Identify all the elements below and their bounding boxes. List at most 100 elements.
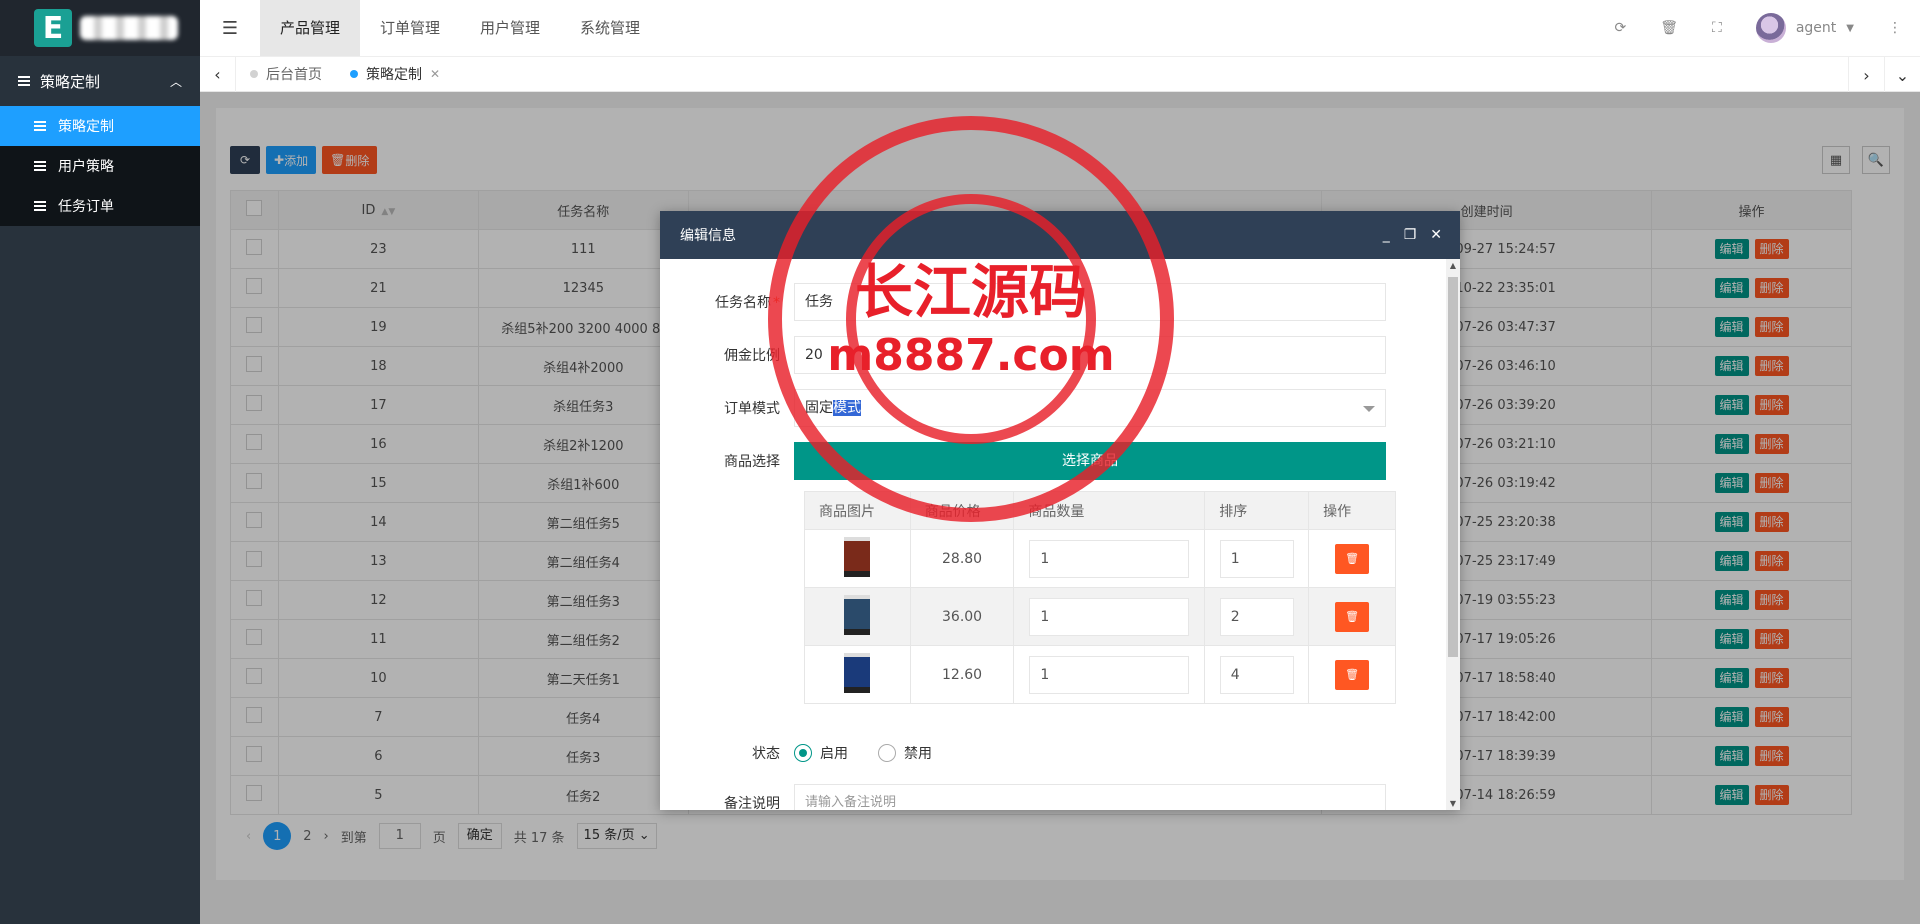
pick-goods-button[interactable]: 选择商品 (794, 442, 1386, 480)
task-name-label: 任务名称 (715, 295, 771, 311)
sidebar-item-task-orders[interactable]: 任务订单 (0, 186, 200, 226)
goods-qty-input[interactable]: 1 (1029, 539, 1190, 578)
page-tab-strategy[interactable]: 策略定制 ✕ (336, 56, 454, 92)
goods-col-price: 商品价格 (909, 491, 1015, 530)
goods-qty-cell: 1 (1013, 529, 1206, 588)
logo-mark: E (34, 9, 72, 47)
caret-down-icon (1363, 406, 1375, 412)
order-mode-prefix: 固定 (805, 400, 833, 416)
scroll-down-icon[interactable]: ▼ (1446, 799, 1460, 808)
task-name-input[interactable]: 任务 (794, 283, 1386, 321)
user-menu[interactable]: agent ▼ (1755, 13, 1854, 43)
trash-icon: 🗑 (1345, 668, 1360, 681)
goods-sort-input[interactable]: 2 (1219, 597, 1294, 636)
page-tab-home[interactable]: 后台首页 (236, 56, 336, 92)
page-tab-label: 后台首页 (266, 67, 322, 83)
order-mode-select[interactable]: 固定模式 (794, 389, 1386, 427)
sidebar-group-strategy[interactable]: 策略定制 ︿ (0, 56, 200, 106)
caret-down-icon: ▼ (1846, 22, 1854, 34)
more-vertical-icon[interactable]: ⋮ (1888, 20, 1902, 36)
logo-blurred-text (80, 16, 178, 40)
goods-qty-input[interactable]: 1 (1029, 597, 1190, 636)
close-icon[interactable]: ✕ (430, 67, 440, 81)
dialog-scrollbar[interactable]: ▲ ▼ (1446, 259, 1460, 810)
goods-price: 36.00 (909, 587, 1015, 646)
dot-icon (250, 70, 258, 78)
goods-action-cell: 🗑 (1308, 529, 1396, 588)
goods-sort-cell: 2 (1204, 587, 1310, 646)
radio-unchecked-icon (878, 744, 896, 762)
trash-icon: 🗑 (1345, 610, 1360, 623)
logo[interactable]: E (0, 0, 200, 56)
product-thumbnail[interactable] (844, 594, 871, 635)
tabbar-next-icon[interactable]: › (1848, 57, 1884, 93)
radio-checked-icon (794, 744, 812, 762)
radio-label: 禁用 (904, 746, 932, 762)
list-icon (34, 121, 46, 131)
radio-label: 启用 (820, 746, 848, 762)
sidebar-item-user-strategy[interactable]: 用户策略 (0, 146, 200, 186)
page-tab-label: 策略定制 (366, 67, 422, 83)
tab-system-management[interactable]: 系统管理 (560, 0, 660, 56)
close-icon[interactable]: ✕ (1430, 227, 1442, 243)
refresh-icon[interactable]: ⟳ (1615, 20, 1627, 36)
commission-input[interactable]: 20 (794, 336, 1386, 374)
goods-table: 商品图片 商品价格 商品数量 排序 操作 28.80 1 1 🗑 36.00 1 2 🗑 12.… (804, 491, 1396, 704)
sidebar-item-label: 任务订单 (58, 199, 114, 215)
scroll-up-icon[interactable]: ▲ (1446, 261, 1460, 270)
commission-label: 佣金比例 (724, 348, 780, 364)
menu-toggle-icon[interactable]: ☰ (200, 18, 260, 39)
product-thumbnail[interactable] (844, 536, 871, 577)
tabbar-prev-icon[interactable]: ‹ (200, 56, 236, 92)
chevron-down-icon[interactable]: ⌄ (1884, 57, 1920, 93)
sidebar-item-strategy[interactable]: 策略定制 (0, 106, 200, 146)
remove-goods-button[interactable]: 🗑 (1335, 659, 1370, 690)
sidebar-item-label: 策略定制 (58, 119, 114, 135)
goods-qty-input[interactable]: 1 (1029, 655, 1190, 694)
goods-action-cell: 🗑 (1308, 645, 1396, 704)
remove-goods-button[interactable]: 🗑 (1335, 601, 1370, 632)
goods-action-cell: 🗑 (1308, 587, 1396, 646)
goods-row: 12.60 1 4 🗑 (804, 645, 1396, 704)
goods-image-cell (804, 645, 911, 704)
goods-image-cell (804, 587, 911, 646)
fullscreen-icon[interactable]: ⛶ (1712, 20, 1722, 36)
tab-product-management[interactable]: 产品管理 (260, 0, 361, 56)
remove-goods-button[interactable]: 🗑 (1335, 543, 1370, 574)
product-thumbnail[interactable] (844, 652, 871, 693)
list-icon (18, 76, 30, 86)
remark-input[interactable]: 请输入备注说明 (794, 784, 1386, 810)
sidebar-item-label: 用户策略 (58, 159, 114, 175)
goods-label: 商品选择 (724, 454, 780, 470)
goods-sort-cell: 1 (1204, 529, 1310, 588)
list-icon (34, 201, 46, 211)
sidebar: E 策略定制 ︿ 策略定制 用户策略 任务订单 (0, 0, 200, 924)
status-enabled-radio[interactable]: 启用 (794, 743, 848, 763)
goods-col-image: 商品图片 (804, 491, 911, 530)
username: agent (1795, 20, 1837, 36)
minimize-icon[interactable]: _ (1383, 227, 1390, 243)
trash-icon[interactable]: 🗑 (1660, 20, 1678, 36)
tab-user-management[interactable]: 用户管理 (460, 0, 560, 56)
tab-order-management[interactable]: 订单管理 (360, 0, 460, 56)
dot-icon (350, 70, 358, 78)
goods-qty-cell: 1 (1013, 587, 1206, 646)
page-tabbar: ‹ 后台首页 策略定制 ✕ › ⌄ (200, 56, 1920, 93)
order-mode-label: 订单模式 (724, 401, 780, 417)
sidebar-group-label: 策略定制 (40, 72, 101, 91)
maximize-icon[interactable]: ❐ (1404, 227, 1417, 243)
goods-sort-input[interactable]: 4 (1219, 655, 1294, 694)
remark-label: 备注说明 (724, 796, 780, 810)
goods-sort-input[interactable]: 1 (1219, 539, 1294, 578)
status-disabled-radio[interactable]: 禁用 (878, 743, 932, 763)
scroll-thumb[interactable] (1448, 277, 1458, 657)
goods-row: 36.00 1 2 🗑 (804, 587, 1396, 646)
edit-dialog: 编辑信息 _ ❐ ✕ 任务名称 * 任务 佣金比例 20 订单模式 固定模式 商品… (660, 211, 1460, 810)
goods-qty-cell: 1 (1013, 645, 1206, 704)
chevron-up-icon: ︿ (169, 74, 182, 89)
goods-col-actions: 操作 (1308, 491, 1396, 530)
list-icon (34, 161, 46, 171)
goods-sort-cell: 4 (1204, 645, 1310, 704)
trash-icon: 🗑 (1345, 552, 1360, 565)
avatar (1755, 13, 1786, 43)
